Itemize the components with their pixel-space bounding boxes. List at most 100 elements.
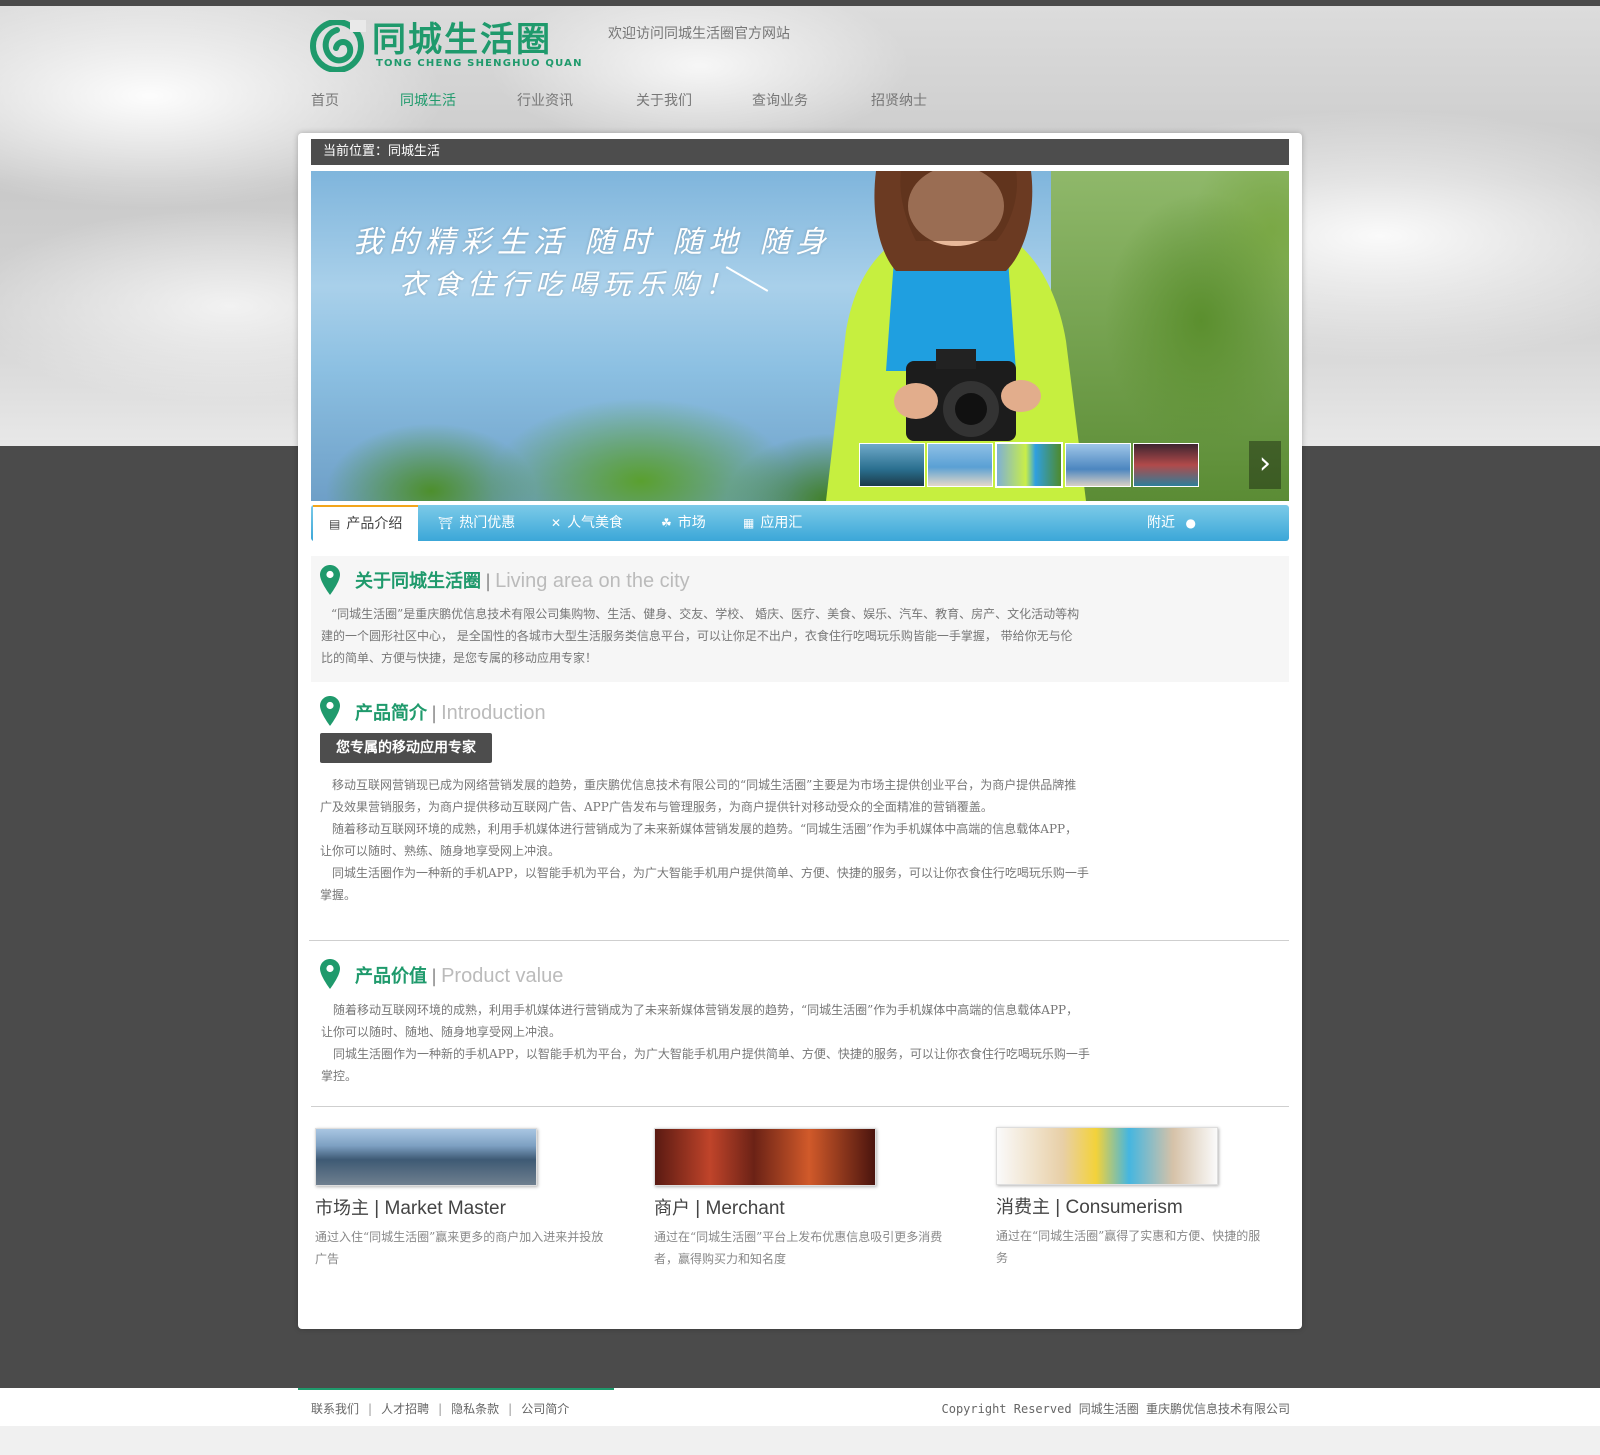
map-marker-icon: ●	[1185, 516, 1196, 530]
value-title-cn: 产品价值	[355, 966, 427, 987]
tab-label: 附近	[1147, 515, 1175, 531]
tab-label: 人气美食	[567, 515, 624, 531]
about-line-3: 比的简单、方便与快捷，是您专属的移动应用专家！	[321, 651, 598, 665]
content-card: 当前位置：同城生活 我的精彩生活 随时 随地 随身 衣食住行吃喝玩乐购！ › ▤…	[298, 133, 1302, 1329]
tab-market[interactable]: ☘ 市场	[661, 505, 706, 541]
feature-desc: 通过在“同城生活圈”平台上发布优惠信息吸引更多消费者，赢得购买力和知名度	[654, 1230, 943, 1266]
intro-line-4: 让你可以随时、熟练、随身地享受网上冲浪。	[320, 844, 561, 858]
intro-title: 产品简介 | Introduction	[355, 699, 546, 725]
feature-image-shopping-bags	[996, 1127, 1218, 1185]
tab-hot-deals[interactable]: ⛩ 热门优惠	[438, 505, 515, 541]
value-line-3: 同城生活圈作为一种新的手机APP，以智能手机为平台，为广大智能手机用户提供简单、…	[333, 1047, 1090, 1061]
cutlery-icon: ✕	[551, 516, 562, 530]
about-title-en: Living area on the city	[495, 570, 690, 592]
banner-thumb-2[interactable]	[927, 443, 993, 487]
feature-title: 消费主 | Consumerism	[996, 1197, 1183, 1218]
map-pin-icon	[320, 565, 340, 595]
footer-separator: |	[438, 1402, 443, 1416]
welcome-text: 欢迎访问同城生活圈官方网站	[608, 26, 790, 42]
banner-thumb-1[interactable]	[859, 443, 925, 487]
section-tabs: ▤ 产品介绍 ⛩ 热门优惠 ✕ 人气美食 ☘ 市场 ▦ 应用汇 附近 ●	[311, 505, 1289, 541]
value-title: 产品价值 | Product value	[355, 962, 563, 988]
footer-link-company[interactable]: 公司简介	[521, 1402, 569, 1416]
map-pin-icon	[320, 959, 340, 989]
tab-label: 热门优惠	[459, 515, 516, 531]
logo-pinyin: TONG CHENG SHENGHUO QUAN	[376, 58, 583, 69]
intro-line-1: 移动互联网营销现已成为网络营销发展的趋势，重庆鹏优信息技术有限公司的“同城生活圈…	[332, 778, 1077, 792]
section-divider	[309, 940, 1289, 941]
value-title-en: Product value	[441, 965, 564, 987]
banner-thumb-5[interactable]	[1133, 443, 1199, 487]
feature-image-building	[315, 1128, 537, 1186]
section-divider	[311, 1106, 1289, 1107]
about-text: “同城生活圈”是重庆鹏优信息技术有限公司集购物、生活、健身、交友、学校、 婚庆、…	[321, 603, 1151, 669]
logo-mark-icon	[310, 20, 366, 72]
value-line-1: 随着移动互联网环境的成熟，利用手机媒体进行营销成为了未来新媒体营销发展的趋势，“…	[333, 1003, 1079, 1017]
site-logo[interactable]: 同城生活圈 TONG CHENG SHENGHUO QUAN	[310, 20, 600, 72]
calendar-icon: ▦	[743, 516, 755, 530]
intro-line-5: 同城生活圈作为一种新的手机APP，以智能手机为平台，为广大智能手机用户提供简单、…	[332, 866, 1089, 880]
footer-links: 联系我们 | 人才招聘 | 隐私条款 | 公司简介	[311, 1400, 569, 1417]
book-icon: ▤	[329, 517, 341, 531]
feature-title: 市场主 | Market Master	[315, 1198, 506, 1219]
tab-product-intro[interactable]: ▤ 产品介绍	[313, 505, 419, 541]
title-separator: |	[431, 703, 438, 724]
basket-icon: ⛩	[438, 516, 454, 530]
banner-slogan-line1: 我的精彩生活 随时 随地 随身	[353, 225, 832, 260]
tab-nearby[interactable]: 附近 ●	[1147, 505, 1202, 541]
intro-title-cn: 产品简介	[355, 703, 427, 724]
intro-line-6: 掌握。	[320, 888, 357, 902]
intro-line-2: 广及效果营销服务，为商户提供移动互联网广告、APP广告发布与管理服务，为商户提供…	[320, 800, 993, 814]
footer-link-careers[interactable]: 人才招聘	[381, 1402, 429, 1416]
cart-icon: ☘	[661, 516, 672, 530]
footer: 联系我们 | 人才招聘 | 隐私条款 | 公司简介 Copyright Reserved 同…	[0, 1388, 1600, 1426]
feature-title-cn: 消费主	[996, 1197, 1050, 1218]
feature-title-cn: 市场主	[315, 1198, 369, 1219]
nav-item-careers[interactable]: 招贤纳士	[871, 90, 927, 110]
tab-label: 市场	[677, 515, 706, 531]
footer-link-privacy[interactable]: 隐私条款	[451, 1402, 499, 1416]
breadcrumb: 当前位置：同城生活	[311, 139, 1289, 165]
intro-title-en: Introduction	[441, 702, 546, 724]
feature-title: 商户 | Merchant	[654, 1198, 785, 1219]
feature-market-master: 市场主 | Market Master 通过入住“同城生活圈”赢来更多的商户加入…	[315, 1128, 615, 1270]
intro-line-3: 随着移动互联网环境的成熟，利用手机媒体进行营销成为了未来新媒体营销发展的趋势。“…	[332, 822, 1078, 836]
about-title-cn: 关于同城生活圈	[355, 571, 481, 592]
about-title: 关于同城生活圈 | Living area on the city	[355, 567, 690, 593]
title-separator: |	[431, 966, 438, 987]
banner-thumb-3[interactable]	[995, 442, 1063, 488]
nav-item-industry-news[interactable]: 行业资讯	[517, 90, 573, 110]
about-line-2: 建的一个圆形社区中心， 是全国性的各城市大型生活服务类信息平台，可以让你足不出户…	[321, 629, 1073, 643]
title-separator: |	[485, 571, 492, 592]
footer-link-contact[interactable]: 联系我们	[311, 1402, 359, 1416]
map-pin-icon	[320, 696, 340, 726]
feature-desc: 通过在“同城生活圈”赢得了实惠和方便、快捷的服务	[996, 1229, 1261, 1265]
feature-title-en: Consumerism	[1065, 1197, 1183, 1218]
tab-popular-food[interactable]: ✕ 人气美食	[551, 505, 623, 541]
feature-consumerism: 消费主 | Consumerism 通过在“同城生活圈”赢得了实惠和方便、快捷的…	[996, 1127, 1296, 1269]
value-line-2: 让你可以随时、随地、随身地享受网上冲浪。	[321, 1025, 562, 1039]
nav-item-about-us[interactable]: 关于我们	[636, 90, 692, 110]
intro-text: 移动互联网营销现已成为网络营销发展的趋势，重庆鹏优信息技术有限公司的“同城生活圈…	[320, 774, 1160, 906]
footer-separator: |	[368, 1402, 373, 1416]
banner-slogan-line2: 衣食住行吃喝玩乐购！	[399, 268, 740, 301]
feature-desc: 通过入住“同城生活圈”赢来更多的商户加入进来并投放广告	[315, 1230, 604, 1266]
footer-separator: |	[508, 1402, 513, 1416]
intro-tagline-badge: 您专属的移动应用专家	[320, 733, 492, 763]
value-line-4: 掌控。	[321, 1069, 358, 1083]
feature-title-cn: 商户	[654, 1198, 690, 1219]
nav-item-home[interactable]: 首页	[311, 90, 339, 110]
tab-app-hub[interactable]: ▦ 应用汇	[743, 505, 802, 541]
banner-next-button[interactable]: ›	[1249, 441, 1281, 489]
nav-item-city-life[interactable]: 同城生活	[400, 90, 456, 110]
about-line-1: “同城生活圈”是重庆鹏优信息技术有限公司集购物、生活、健身、交友、学校、 婚庆、…	[331, 607, 1080, 621]
chevron-right-icon: ›	[1259, 446, 1271, 481]
banner-thumb-4[interactable]	[1065, 443, 1131, 487]
banner-thumbnails	[859, 442, 1249, 493]
nav-item-query[interactable]: 查询业务	[752, 90, 808, 110]
hero-banner: 我的精彩生活 随时 随地 随身 衣食住行吃喝玩乐购！ ›	[311, 171, 1289, 501]
logo-text: 同城生活圈	[372, 20, 552, 60]
tab-label: 产品介绍	[346, 516, 403, 532]
feature-merchant: 商户 | Merchant 通过在“同城生活圈”平台上发布优惠信息吸引更多消费者…	[654, 1128, 954, 1270]
feature-image-store	[654, 1128, 876, 1186]
